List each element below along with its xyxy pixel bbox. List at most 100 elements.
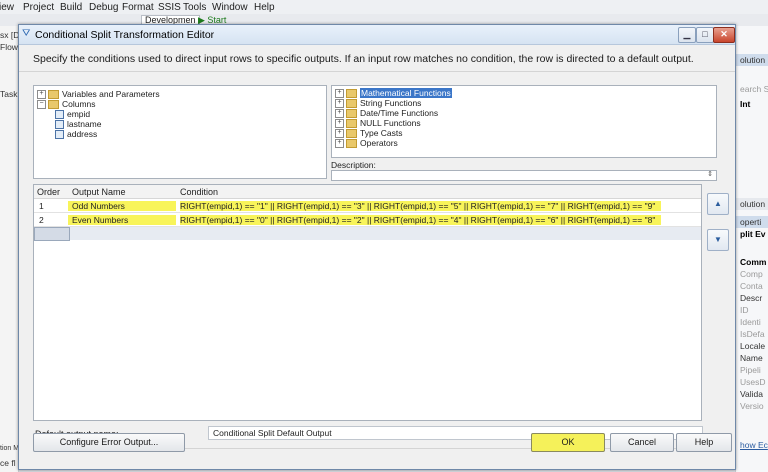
menu-ssis[interactable]: SSIS [158,2,181,13]
folder-icon [346,139,357,149]
header-order[interactable]: Order [37,187,60,197]
expand-icon[interactable]: + [335,139,344,149]
ide-left-label: Task [0,89,18,99]
tree-node-string[interactable]: + String Functions [335,98,421,109]
dialog-titlebar[interactable]: ⛛ Conditional Split Transformation Edito… [19,25,735,45]
expand-icon[interactable]: + [37,90,46,100]
ide-right-label: plit Ev [740,229,766,239]
folder-icon [346,99,357,109]
ssis-app-icon: ⛛ [22,28,31,39]
expand-icon[interactable]: + [335,129,344,139]
row-output-name[interactable]: Odd Numbers [68,201,176,211]
ide-left-label: sx [D [0,30,20,40]
column-icon [55,130,64,140]
ide-right-label: Descr [740,293,763,303]
row-condition[interactable]: RIGHT(empid,1) == "0" || RIGHT(empid,1) … [180,215,662,225]
ide-right-pane: olution earch S Int olution operti plit … [735,26,768,472]
ide-right-label: Pipeli [740,365,761,375]
close-icon[interactable]: ✕ [713,27,735,43]
row-order: 2 [39,215,44,225]
row-output-name[interactable]: Even Numbers [68,215,176,225]
ide-right-label: olution [740,55,766,65]
header-output-name[interactable]: Output Name [72,187,126,197]
tree-node-mathematical[interactable]: + Mathematical Functions [335,88,452,99]
expand-icon[interactable]: + [335,99,344,109]
folder-icon [346,89,357,99]
menu-build[interactable]: Build [60,2,82,13]
new-row[interactable] [34,227,701,241]
description-label: Description: [331,160,376,170]
ide-right-label: Locale [740,341,766,351]
expand-icon[interactable]: + [335,89,344,99]
help-button[interactable]: Help [676,433,732,452]
tree-node-typecasts[interactable]: + Type Casts [335,128,403,139]
collapse-icon[interactable]: − [37,100,46,110]
folder-icon [346,129,357,139]
conditional-split-dialog: ⛛ Conditional Split Transformation Edito… [18,24,736,470]
ide-right-label: Identi [740,317,761,327]
expand-icon[interactable]: + [335,119,344,129]
description-box [331,170,717,181]
menu-tools[interactable]: Tools [183,2,206,13]
instructions-text: Specify the conditions used to direct in… [33,53,694,65]
dialog-title: Conditional Split Transformation Editor [35,29,215,41]
ide-right-label: UsesD [740,377,766,387]
row-condition[interactable]: RIGHT(empid,1) == "1" || RIGHT(empid,1) … [180,201,662,211]
folder-icon [48,90,59,100]
column-item[interactable]: lastname [55,119,102,130]
tree-node-variables[interactable]: + Variables and Parameters [37,89,160,100]
input-columns-tree[interactable]: + Variables and Parameters − Columns empid… [33,85,327,179]
menu-help[interactable]: Help [254,2,275,13]
folder-icon [48,100,59,110]
ide-right-label: Comp [740,269,763,279]
minimize-icon[interactable]: ▁ [678,27,696,43]
configure-error-output-button[interactable]: Configure Error Output... [33,433,185,452]
ide-right-label: Versio [740,401,764,411]
tree-node-columns[interactable]: − Columns [37,99,96,110]
ide-right-label: Conta [740,281,763,291]
ide-right-label: olution [740,199,766,209]
column-item[interactable]: empid [55,109,90,120]
ide-menubar: iew Project Build Debug Format SSIS Tool… [0,0,768,14]
new-row-cell[interactable] [34,227,70,241]
maximize-icon[interactable]: □ [696,27,714,43]
grid-header: Order Output Name Condition [34,185,701,199]
tree-node-datetime[interactable]: + Date/Time Functions [335,108,438,119]
description-scroll-icon[interactable]: ⇕ [705,170,715,179]
expand-icon[interactable]: + [335,109,344,119]
header-condition[interactable]: Condition [180,187,218,197]
column-item[interactable]: address [55,129,97,140]
move-down-icon[interactable]: ▼ [707,229,729,251]
ide-right-label: earch S [740,84,768,94]
show-editor-link[interactable]: how Ec [740,440,768,450]
ide-right-label: operti [740,217,762,227]
row-order: 1 [39,201,44,211]
ide-left-pane: sx [D Flow Task tion M ce fl [0,26,19,472]
functions-tree[interactable]: + Mathematical Functions + String Function… [331,85,717,158]
ide-left-label: ce fl [0,458,16,468]
ide-right-label: Comm [740,257,767,267]
tree-node-operators[interactable]: + Operators [335,138,398,149]
column-icon [55,120,64,130]
menu-view[interactable]: iew [0,2,14,13]
menu-window[interactable]: Window [212,2,248,13]
conditions-grid[interactable]: Order Output Name Condition 1 Odd Number… [33,184,702,421]
move-up-icon[interactable]: ▲ [707,193,729,215]
ok-button[interactable]: OK [531,433,605,452]
ide-left-label: tion M [0,445,20,452]
folder-icon [346,119,357,129]
ide-left-label: Flow [0,42,18,52]
tree-node-null[interactable]: + NULL Functions [335,118,421,129]
cancel-button[interactable]: Cancel [610,433,674,452]
divider [19,71,735,72]
menu-format[interactable]: Format [122,2,154,13]
column-icon [55,110,64,120]
table-row[interactable]: 1 Odd Numbers RIGHT(empid,1) == "1" || R… [34,199,701,213]
menu-debug[interactable]: Debug [89,2,118,13]
table-row[interactable]: 2 Even Numbers RIGHT(empid,1) == "0" || … [34,213,701,227]
menu-project[interactable]: Project [23,2,54,13]
folder-icon [346,109,357,119]
ide-right-label: IsDefa [740,329,765,339]
ide-right-label: Int [740,99,751,109]
ide-right-label: ID [740,305,749,315]
